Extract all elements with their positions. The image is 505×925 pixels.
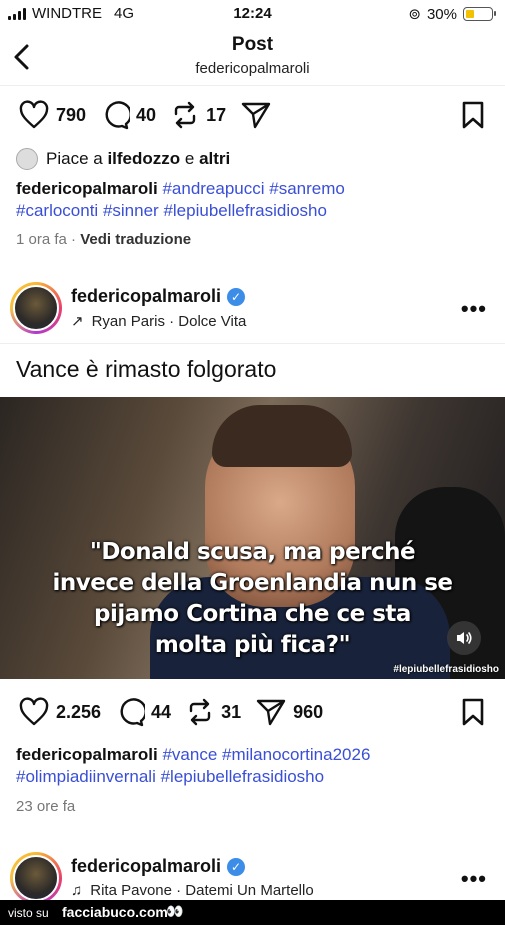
- watermark-brand: facciabuco.com: [62, 904, 168, 920]
- liked-by-prefix: Piace a: [46, 149, 108, 168]
- post-time: 23 ore fa: [16, 798, 76, 815]
- bookmark-icon: [462, 698, 484, 726]
- liked-by-others[interactable]: altri: [199, 149, 230, 168]
- caption-username[interactable]: federicopalmaroli: [16, 745, 158, 764]
- bookmark-icon: [462, 101, 484, 129]
- quote-line: molta più fica?": [154, 632, 351, 658]
- post-time: 1 ora fa: [16, 231, 67, 248]
- post2-header: federicopalmaroli ✓ ↗ Ryan Paris · Dolce…: [0, 282, 505, 348]
- send-icon: [241, 102, 271, 129]
- heart-icon: [19, 100, 49, 129]
- avatar[interactable]: [10, 282, 62, 334]
- share-button[interactable]: [240, 100, 272, 130]
- battery-icon: [463, 7, 496, 21]
- repost-icon: [174, 101, 196, 129]
- liked-by-line[interactable]: Piace a ilfedozzo e altri: [16, 148, 230, 170]
- verified-badge-icon: ✓: [227, 857, 246, 876]
- send-icon: [256, 699, 286, 726]
- verified-badge-icon: ✓: [227, 287, 246, 306]
- post2-meta: 23 ore fa: [16, 798, 75, 815]
- post-header: Post federicopalmaroli: [0, 30, 505, 86]
- quote-line: "Donald scusa, ma perché: [89, 539, 416, 565]
- status-bar: WINDTRE 4G 12:24 ⊚ 30%: [0, 0, 505, 28]
- share-button[interactable]: 960: [255, 697, 323, 727]
- battery-percent: 30%: [426, 5, 457, 23]
- liked-by-user[interactable]: ilfedozzo: [107, 149, 180, 168]
- hashtag[interactable]: #andreapucci: [162, 179, 264, 198]
- repost-button[interactable]: 31: [185, 697, 241, 727]
- comment-button[interactable]: 40: [100, 100, 156, 130]
- like-button[interactable]: 2.256: [18, 697, 101, 727]
- music-label: Rita Pavone · Datemi Un Martello: [90, 882, 314, 899]
- quote-line: invece della Groenlandia nun se: [52, 570, 453, 596]
- page-subtitle[interactable]: federicopalmaroli: [0, 60, 505, 77]
- comment-icon: [105, 101, 131, 130]
- music-label: Ryan Paris · Dolce Vita: [91, 312, 247, 330]
- translate-link[interactable]: Vedi traduzione: [80, 231, 191, 248]
- hashtag[interactable]: #vance: [162, 745, 217, 764]
- avatar[interactable]: [10, 852, 62, 904]
- page-title: Post: [231, 34, 274, 55]
- comment-count: 44: [151, 701, 172, 722]
- bookmark-button[interactable]: [461, 100, 485, 130]
- hashtag[interactable]: #milanocortina2026: [222, 745, 370, 764]
- hashtag[interactable]: #lepiubellefrasidiosho: [163, 201, 327, 220]
- music-note-icon: ♫: [71, 882, 83, 899]
- orientation-lock-icon: ⊚: [408, 6, 421, 23]
- liker-avatar: [16, 148, 38, 170]
- post-video[interactable]: "Donald scusa, ma perché invece della Gr…: [0, 397, 505, 679]
- hashtag[interactable]: #sinner: [103, 201, 159, 220]
- more-options-icon[interactable]: •••: [461, 866, 487, 892]
- comment-count: 40: [136, 104, 157, 125]
- post-text: Vance è rimasto folgorato: [16, 356, 277, 382]
- speaker-icon: [457, 632, 472, 644]
- video-quote: "Donald scusa, ma perché invece della Gr…: [40, 537, 465, 661]
- repost-count: 17: [206, 104, 227, 125]
- bookmark-button[interactable]: [461, 697, 485, 727]
- repost-count: 31: [221, 701, 242, 722]
- repost-icon: [189, 698, 211, 726]
- liked-by-and: e: [180, 149, 200, 168]
- post2-caption: federicopalmaroli #vance #milanocortina2…: [16, 744, 486, 788]
- music-info[interactable]: ♫ Rita Pavone · Datemi Un Martello: [71, 882, 314, 899]
- music-info[interactable]: ↗ Ryan Paris · Dolce Vita: [71, 312, 247, 331]
- post2-action-bar: 2.256 44 31 960: [18, 694, 487, 730]
- caption-username[interactable]: federicopalmaroli: [16, 179, 158, 198]
- comment-icon: [120, 698, 146, 727]
- watermark-prefix: visto su: [8, 906, 49, 920]
- sound-toggle-button[interactable]: [447, 621, 481, 655]
- repost-button[interactable]: 17: [170, 100, 226, 130]
- comment-button[interactable]: 44: [115, 697, 171, 727]
- share-count: 960: [293, 701, 324, 722]
- video-watermark: #lepiubellefrasidiosho: [393, 664, 499, 675]
- post1-caption: federicopalmaroli #andreapucci #sanremo …: [16, 178, 486, 222]
- post-username[interactable]: federicopalmaroli: [71, 856, 221, 877]
- arrow-up-right-icon: ↗: [71, 313, 84, 330]
- divider: [0, 343, 505, 344]
- site-watermark-bar: visto su facciabuco.com 👀: [0, 900, 505, 925]
- hashtag[interactable]: #olimpiadiinvernali: [16, 767, 156, 786]
- like-count: 790: [56, 104, 87, 125]
- like-count: 2.256: [56, 701, 102, 722]
- post1-action-bar: 790 40 17: [18, 97, 487, 133]
- quote-line: pijamo Cortina che ce sta: [94, 601, 411, 627]
- eyes-icon: 👀: [166, 903, 184, 919]
- hair-shape: [212, 405, 352, 467]
- hashtag[interactable]: #sanremo: [269, 179, 345, 198]
- hashtag[interactable]: #carloconti: [16, 201, 98, 220]
- heart-icon: [19, 697, 49, 726]
- post1-meta: 1 ora fa · Vedi traduzione: [16, 231, 192, 248]
- hashtag[interactable]: #lepiubellefrasidiosho: [161, 767, 325, 786]
- like-button[interactable]: 790: [18, 100, 86, 130]
- more-options-icon[interactable]: •••: [461, 296, 487, 322]
- post-username[interactable]: federicopalmaroli: [71, 286, 221, 307]
